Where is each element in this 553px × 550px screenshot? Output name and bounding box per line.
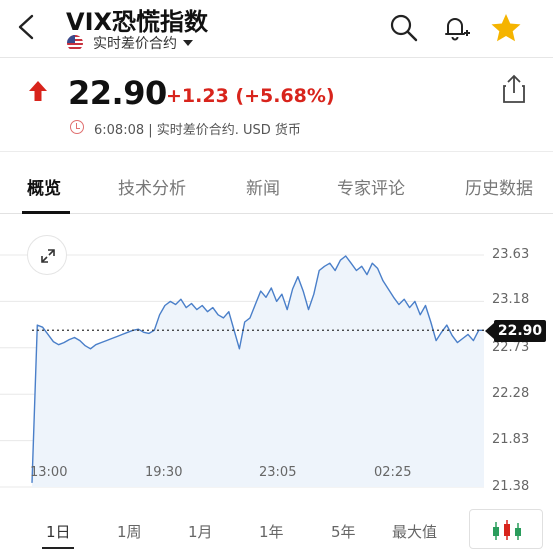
chevron-left-icon[interactable] (12, 10, 40, 44)
page-title: VIX恐慌指数 (66, 8, 209, 36)
x-tick: 13:00 (30, 465, 68, 480)
y-tick: 22.28 (492, 386, 530, 401)
price-chart-svg (0, 254, 484, 488)
quote-panel: 22.90 +1.23 (+5.68%) 6:08:08 | 实时差价合约. U… (0, 58, 553, 152)
quote-meta: 6:08:08 | 实时差价合约. USD 货币 (94, 123, 301, 138)
instrument-type-label: 实时差价合约 (93, 36, 177, 52)
x-tick: 02:25 (374, 465, 412, 480)
range-max[interactable]: 最大值 (392, 521, 437, 542)
clock-icon (70, 120, 84, 134)
last-price: 22.90 (68, 74, 167, 112)
active-tab-indicator (22, 211, 70, 214)
arrow-up-icon (29, 81, 47, 101)
tab-technical-analysis[interactable]: 技术分析 (118, 174, 186, 199)
section-tabs: 概览 技术分析 新闻 专家评论 历史数据 (0, 152, 553, 214)
range-1y[interactable]: 1年 (259, 521, 284, 542)
y-tick: 21.38 (492, 479, 530, 494)
share-icon[interactable] (500, 74, 528, 104)
candlestick-icon (493, 520, 521, 540)
x-tick: 23:05 (259, 465, 297, 480)
expand-chart-button[interactable] (27, 235, 67, 275)
y-tick: 23.18 (492, 292, 530, 307)
tab-expert-comments[interactable]: 专家评论 (337, 174, 405, 199)
expand-icon (41, 249, 55, 263)
range-1m[interactable]: 1月 (188, 521, 213, 542)
range-selector: 1日 1周 1月 1年 5年 最大值 (0, 505, 553, 550)
caret-down-icon (183, 40, 193, 46)
y-tick: 21.83 (492, 432, 530, 447)
active-range-indicator (42, 547, 74, 549)
y-tick: 23.63 (492, 247, 530, 262)
range-1d[interactable]: 1日 (46, 521, 71, 542)
price-chart[interactable]: 23.63 23.18 22.73 22.28 21.83 21.38 13:0… (0, 215, 553, 505)
search-icon[interactable] (388, 12, 420, 44)
range-5y[interactable]: 5年 (331, 521, 356, 542)
tab-historical-data[interactable]: 历史数据 (465, 174, 533, 199)
range-1w[interactable]: 1周 (117, 521, 142, 542)
instrument-type-selector[interactable]: 实时差价合约 (67, 33, 193, 53)
app-header: VIX恐慌指数 实时差价合约 (0, 0, 553, 58)
x-tick: 19:30 (145, 465, 183, 480)
price-change: +1.23 (+5.68%) (166, 85, 335, 107)
y-tick: 22.73 (492, 340, 530, 355)
star-icon[interactable] (490, 12, 522, 44)
current-price-tag: 22.90 (485, 320, 546, 342)
us-flag-icon (67, 35, 83, 51)
bell-plus-icon[interactable] (440, 12, 472, 44)
tab-news[interactable]: 新闻 (246, 174, 280, 199)
tab-overview[interactable]: 概览 (27, 174, 61, 199)
series-area (32, 256, 484, 487)
candlestick-toggle-button[interactable] (469, 509, 543, 549)
